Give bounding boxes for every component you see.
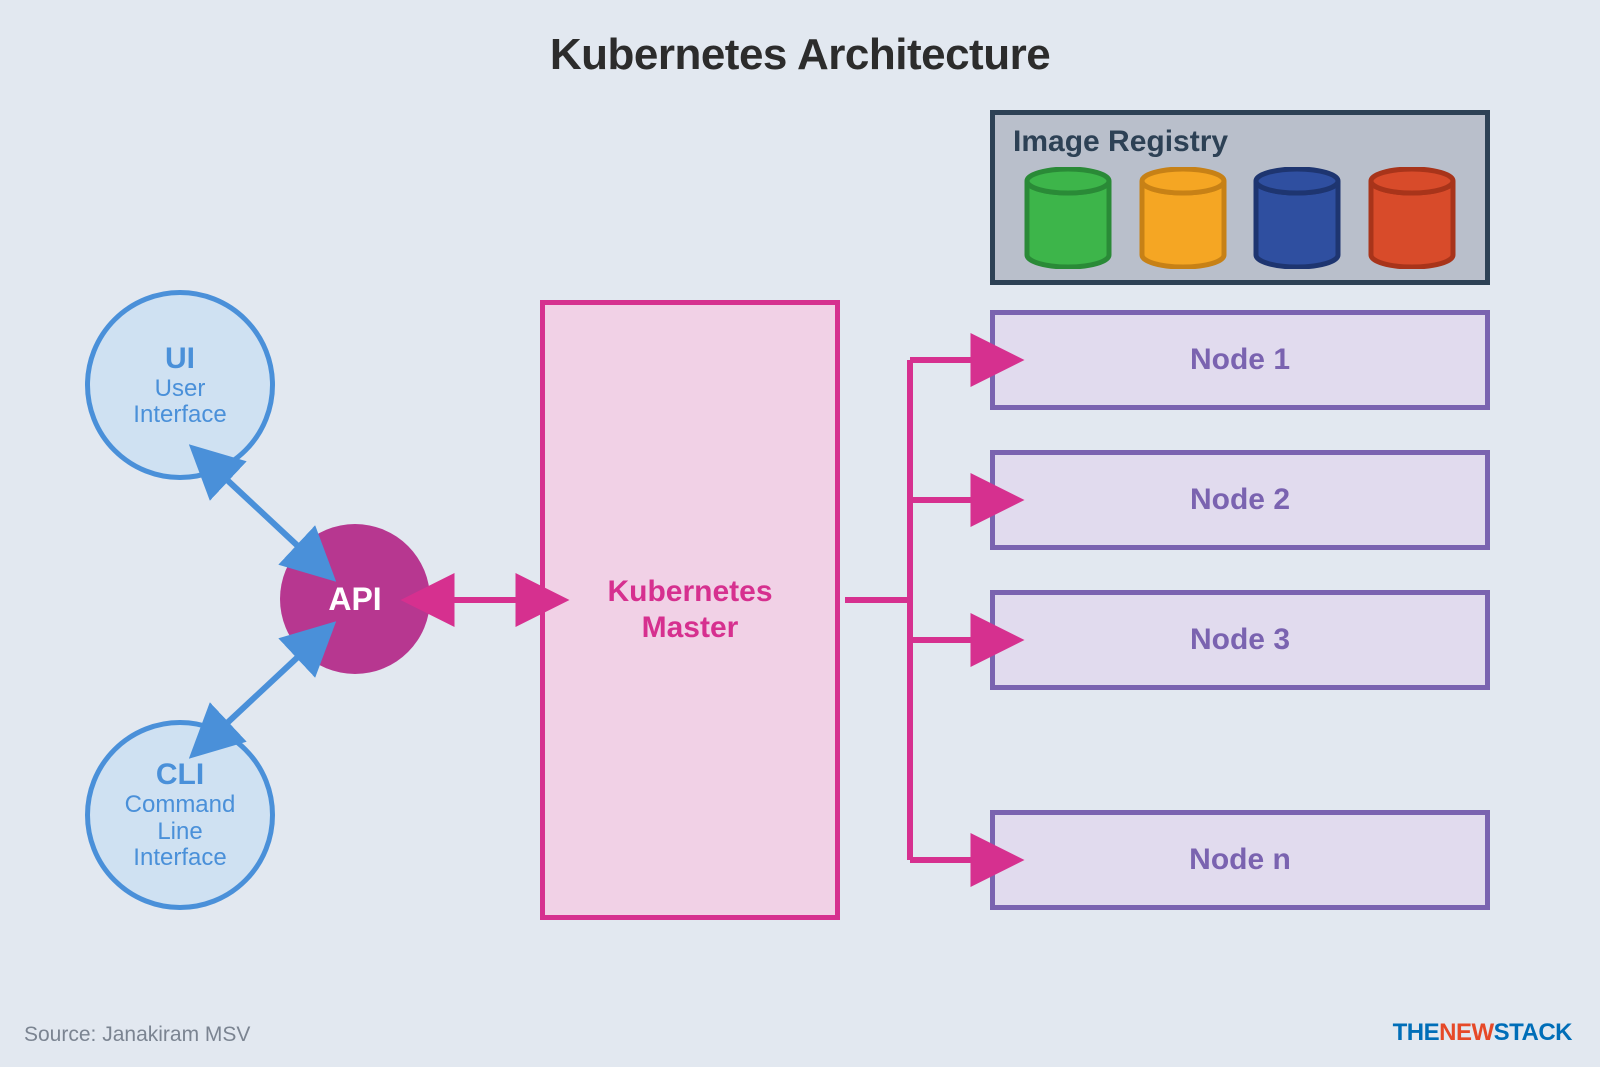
- node-1-box: Node 1: [990, 310, 1490, 410]
- image-registry-box: Image Registry: [990, 110, 1490, 285]
- brand-stack: STACK: [1494, 1019, 1572, 1046]
- cli-line3: Interface: [133, 845, 226, 871]
- node-n-box: Node n: [990, 810, 1490, 910]
- brand-new: NEW: [1439, 1019, 1494, 1046]
- master-line2: Master: [642, 611, 739, 644]
- image-registry-title: Image Registry: [1013, 125, 1467, 159]
- cli-line1: Command: [125, 792, 236, 818]
- cli-circle: CLI Command Line Interface: [85, 720, 275, 910]
- cylinder-icon: [1138, 167, 1228, 269]
- cli-line2: Line: [157, 819, 202, 845]
- node-3-box: Node 3: [990, 590, 1490, 690]
- cylinder-icon: [1252, 167, 1342, 269]
- node-2-box: Node 2: [990, 450, 1490, 550]
- arrow-cli-api: [225, 655, 300, 725]
- ui-circle: UI User Interface: [85, 290, 275, 480]
- diagram-title: Kubernetes Architecture: [0, 30, 1600, 80]
- node-n-label: Node n: [1189, 843, 1291, 877]
- arrow-ui-api: [225, 478, 300, 548]
- api-circle: API: [280, 524, 430, 674]
- kubernetes-master-box: Kubernetes Master: [540, 300, 840, 920]
- cli-bold: CLI: [156, 758, 204, 792]
- image-registry-cylinders: [1013, 164, 1467, 269]
- source-attribution: Source: Janakiram MSV: [24, 1023, 250, 1047]
- brand-the: THE: [1393, 1019, 1440, 1046]
- node-3-label: Node 3: [1190, 623, 1290, 657]
- brand-logo: THENEWSTACK: [1393, 1019, 1572, 1047]
- node-2-label: Node 2: [1190, 483, 1290, 517]
- master-line1: Kubernetes: [607, 575, 772, 608]
- cylinder-icon: [1023, 167, 1113, 269]
- ui-bold: UI: [165, 342, 195, 376]
- api-label: API: [328, 581, 381, 618]
- cylinder-icon: [1367, 167, 1457, 269]
- ui-line2: Interface: [133, 402, 226, 428]
- node-1-label: Node 1: [1190, 343, 1290, 377]
- ui-line1: User: [155, 376, 206, 402]
